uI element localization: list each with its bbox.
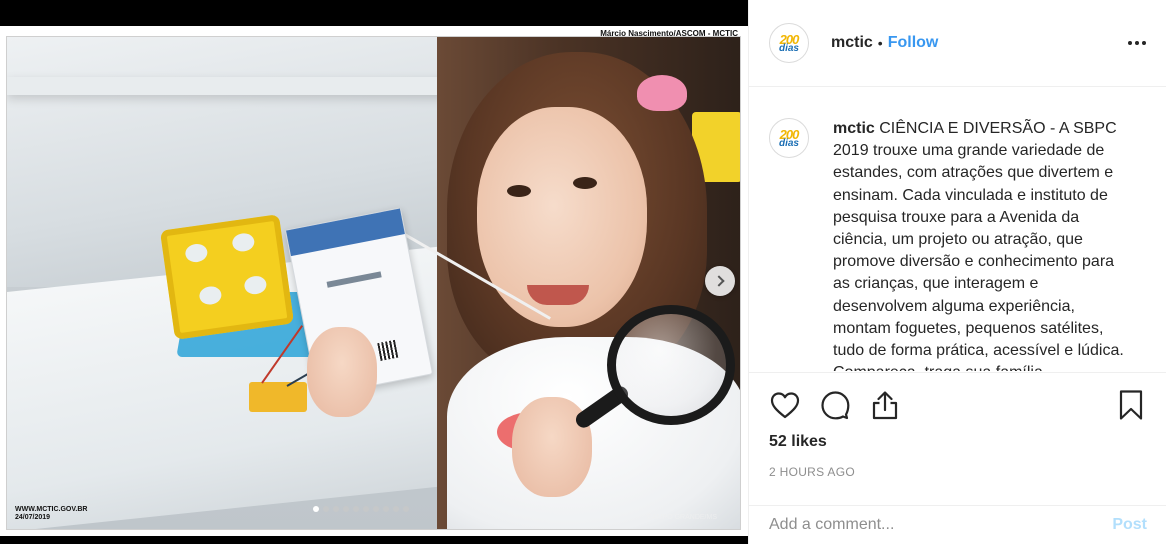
heart-icon[interactable]: [769, 389, 801, 421]
caption-section: 200 dias mctic CIÊNCIA E DIVERSÃO - A SB…: [749, 88, 1166, 371]
caption-username-link[interactable]: mctic: [833, 120, 875, 137]
chevron-right-icon: [712, 275, 725, 287]
avatar[interactable]: 200 dias: [769, 23, 809, 63]
caption-body: CIÊNCIA E DIVERSÃO - A SBPC 2019 trouxe …: [833, 120, 1124, 371]
likes-count[interactable]: 52 likes: [749, 433, 1166, 451]
basket-hole: [184, 242, 209, 264]
add-comment-bar: Post: [749, 505, 1166, 544]
carousel-indicator: [313, 506, 409, 512]
carousel-next-button[interactable]: [705, 266, 735, 296]
post-photo[interactable]: WWW.MCTIC.GOV.BR 24/07/2019 CAMPO GRANDE…: [6, 36, 741, 530]
photo-breadboard: [249, 382, 307, 412]
post-timestamp[interactable]: 2 HOURS AGO: [749, 465, 1166, 479]
caption-avatar[interactable]: 200 dias: [769, 118, 809, 158]
share-icon[interactable]: [869, 389, 901, 421]
carousel-dot: [383, 506, 389, 512]
photo-frame: Márcio Nascimento/ASCOM - MCTIC WWW.MCTI…: [0, 26, 748, 536]
photo-site: WWW.MCTIC.GOV.BR: [15, 506, 88, 513]
separator-dot: •: [877, 35, 883, 51]
media-pane: Márcio Nascimento/ASCOM - MCTIC WWW.MCTI…: [0, 0, 748, 544]
avatar-logo-word: dias: [778, 137, 799, 149]
bookmark-icon[interactable]: [1115, 389, 1147, 421]
post-sidebar: 200 dias mctic • Follow 200 dias mctic C…: [748, 0, 1166, 544]
badge-name: [326, 271, 382, 288]
basket-hole: [231, 231, 256, 253]
comment-icon[interactable]: [819, 389, 851, 421]
photo-eye: [507, 185, 531, 197]
caption-text: mctic CIÊNCIA E DIVERSÃO - A SBPC 2019 t…: [833, 118, 1133, 371]
basket-hole: [243, 274, 268, 296]
avatar-logo-word: dias: [778, 42, 799, 54]
carousel-dot: [403, 506, 409, 512]
photo-hand: [307, 327, 377, 417]
more-options-icon[interactable]: [1128, 35, 1146, 51]
carousel-dot: [343, 506, 349, 512]
carousel-dot: [313, 506, 319, 512]
photo-yellow-basket: [159, 214, 295, 340]
photo-place: CAMPO GRANDE/MS: [647, 514, 718, 521]
carousel-dot: [333, 506, 339, 512]
username-link[interactable]: mctic: [831, 34, 873, 52]
carousel-dot: [353, 506, 359, 512]
badge-qr-code: [377, 339, 399, 361]
post-comment-button[interactable]: Post: [1112, 516, 1147, 534]
carousel-dot: [373, 506, 379, 512]
action-icons-row: [749, 373, 1166, 437]
carousel-dot: [363, 506, 369, 512]
post-actions-section: 52 likes 2 HOURS AGO: [749, 372, 1166, 479]
photo-site-credit: WWW.MCTIC.GOV.BR 24/07/2019: [15, 506, 87, 522]
photo-hair-bow: [637, 75, 687, 111]
post-header: 200 dias mctic • Follow: [749, 0, 1166, 87]
instagram-post-modal: Márcio Nascimento/ASCOM - MCTIC WWW.MCTI…: [0, 0, 1166, 544]
basket-hole: [198, 285, 223, 306]
comment-input[interactable]: [769, 516, 1113, 534]
photo-eye: [573, 177, 597, 189]
photo-magnifying-glass: [607, 305, 735, 425]
carousel-dot: [393, 506, 399, 512]
photo-date: 24/07/2019: [15, 514, 51, 521]
carousel-dot: [323, 506, 329, 512]
follow-button[interactable]: Follow: [888, 34, 939, 52]
photo-shelf: [7, 77, 447, 95]
